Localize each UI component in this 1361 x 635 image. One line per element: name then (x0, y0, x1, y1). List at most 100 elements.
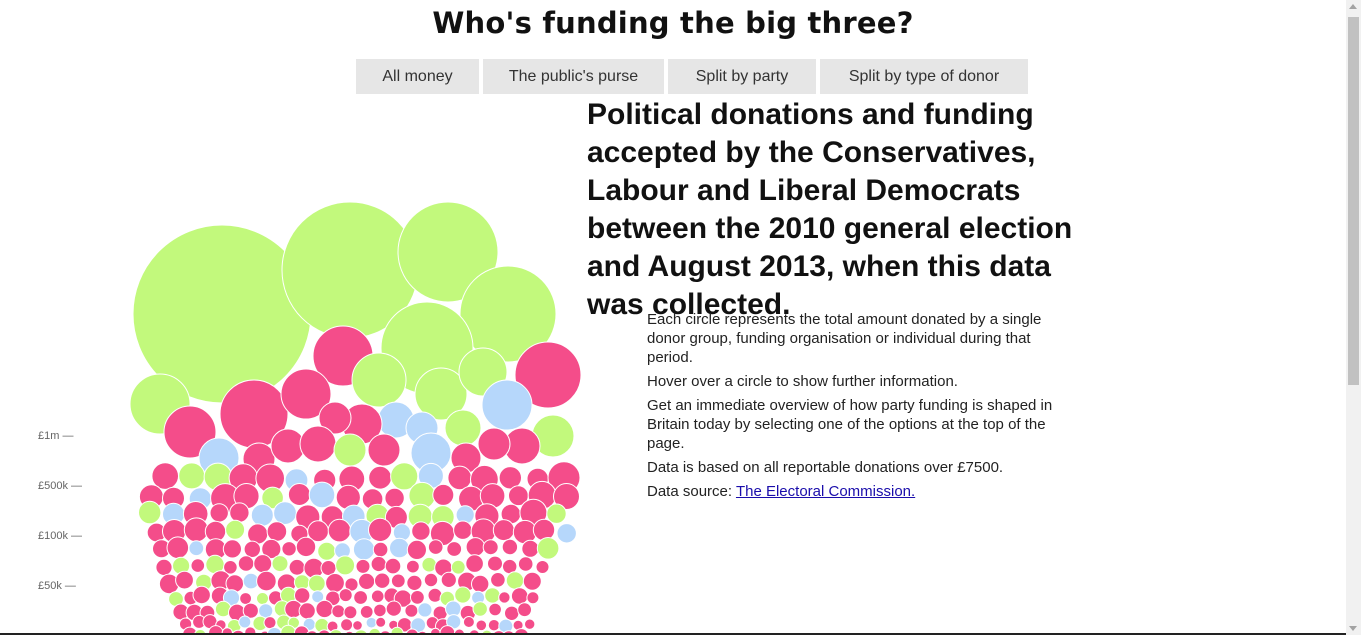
donor-bubble[interactable] (327, 518, 352, 543)
donor-bubble[interactable] (368, 517, 393, 543)
donor-bubble[interactable] (271, 555, 289, 573)
donor-bubble[interactable] (444, 409, 482, 447)
donor-bubble[interactable] (517, 602, 532, 618)
donor-bubble[interactable] (450, 559, 466, 575)
donor-bubble[interactable] (556, 523, 577, 544)
donor-bubble[interactable] (343, 605, 358, 620)
donor-bubble[interactable] (423, 572, 439, 588)
donor-bubble[interactable] (250, 503, 274, 527)
donor-bubble[interactable] (505, 571, 525, 590)
donor-bubble[interactable] (385, 600, 402, 617)
donor-bubble[interactable] (490, 572, 506, 588)
donor-bubble[interactable] (374, 572, 391, 589)
donor-bubble[interactable] (288, 558, 306, 576)
donor-bubble[interactable] (331, 604, 346, 619)
donor-bubble[interactable] (256, 570, 277, 592)
donor-bubble[interactable] (465, 554, 484, 573)
scroll-down-arrow-icon[interactable] (1349, 626, 1357, 631)
donor-bubble[interactable] (253, 554, 273, 574)
donor-bubble[interactable] (370, 589, 385, 604)
donor-bubble[interactable] (299, 425, 337, 463)
donor-bubble[interactable] (317, 541, 337, 561)
donor-bubble[interactable] (410, 590, 425, 605)
donor-bubble[interactable] (352, 620, 363, 631)
donor-bubble[interactable] (287, 483, 311, 506)
donor-bubble[interactable] (462, 616, 475, 628)
donor-bubble[interactable] (266, 521, 288, 542)
tab-split-by-party[interactable]: Split by party (668, 59, 816, 94)
donor-bubble[interactable] (510, 587, 529, 605)
donor-bubble[interactable] (406, 574, 423, 592)
donor-bubble[interactable] (175, 570, 194, 590)
donor-bubble[interactable] (482, 539, 499, 556)
donor-bubble[interactable] (222, 539, 242, 559)
donor-bubble[interactable] (238, 615, 252, 629)
donor-bubble[interactable] (273, 501, 297, 525)
donor-bubble[interactable] (487, 555, 503, 572)
donor-bubble[interactable] (373, 603, 387, 618)
donor-bubble[interactable] (501, 538, 519, 556)
donor-bubble[interactable] (524, 618, 536, 630)
donor-bubble[interactable] (389, 537, 410, 559)
donor-bubble[interactable] (477, 427, 511, 461)
donor-bubble[interactable] (492, 519, 515, 542)
donor-bubble[interactable] (498, 591, 511, 604)
donor-bubble[interactable] (487, 619, 501, 632)
donor-bubble[interactable] (404, 603, 419, 618)
donor-bubble[interactable] (504, 605, 520, 621)
donor-bubble[interactable] (440, 571, 457, 589)
donor-bubble[interactable] (384, 487, 405, 509)
donor-bubble[interactable] (465, 537, 486, 557)
donor-bubble[interactable] (406, 539, 427, 561)
donor-bubble[interactable] (367, 433, 401, 467)
scroll-up-arrow-icon[interactable] (1349, 4, 1357, 9)
donor-bubble[interactable] (138, 500, 162, 525)
donor-bubble[interactable] (237, 555, 255, 572)
donor-bubble[interactable] (315, 599, 334, 619)
tab-split-by-donor-type[interactable]: Split by type of donor (820, 59, 1028, 94)
donor-bubble[interactable] (188, 540, 205, 557)
donor-bubble[interactable] (256, 592, 269, 605)
donor-bubble[interactable] (488, 602, 502, 617)
donor-bubble[interactable] (243, 540, 262, 558)
electoral-commission-link[interactable]: The Electoral Commission. (736, 483, 915, 500)
donor-bubble[interactable] (209, 503, 229, 523)
donor-bubble[interactable] (166, 536, 190, 560)
donor-bubble[interactable] (355, 558, 371, 574)
donor-bubble[interactable] (359, 605, 374, 619)
donor-bubble[interactable] (481, 379, 533, 431)
donor-bubble[interactable] (370, 555, 387, 573)
donor-bubble[interactable] (333, 433, 367, 467)
donor-bubble[interactable] (475, 619, 488, 632)
donor-bubble[interactable] (351, 352, 407, 408)
donor-bubble[interactable] (406, 559, 420, 574)
donor-bubble[interactable] (353, 590, 369, 605)
donor-bubble[interactable] (368, 465, 393, 490)
donor-bubble[interactable] (183, 517, 209, 543)
donor-bubble[interactable] (365, 616, 378, 629)
donor-bubble[interactable] (263, 616, 277, 630)
donor-bubble[interactable] (372, 541, 389, 558)
donor-bubble[interactable] (308, 481, 336, 509)
donor-bubble[interactable] (338, 588, 353, 603)
donor-bubble[interactable] (417, 602, 433, 618)
donor-bubble[interactable] (155, 558, 173, 577)
donor-bubble[interactable] (225, 574, 245, 593)
donor-bubble[interactable] (535, 560, 550, 574)
donor-bubble[interactable] (421, 556, 438, 573)
donor-bubble[interactable] (190, 558, 206, 573)
donor-bubble[interactable] (281, 541, 297, 557)
donor-bubble[interactable] (521, 539, 540, 558)
donor-bubble[interactable] (358, 572, 376, 591)
donor-bubble[interactable] (446, 541, 463, 557)
donor-bubble[interactable] (352, 538, 376, 561)
donor-bubble[interactable] (532, 518, 556, 542)
donor-bubble[interactable] (384, 557, 402, 575)
donor-bubble[interactable] (192, 585, 211, 605)
donor-bubble[interactable] (295, 536, 317, 558)
vertical-scrollbar[interactable] (1346, 0, 1361, 635)
donor-bubble[interactable] (340, 618, 354, 632)
donor-bubble[interactable] (522, 571, 542, 591)
donor-bubble[interactable] (178, 462, 206, 490)
donor-bubble[interactable] (229, 502, 250, 523)
